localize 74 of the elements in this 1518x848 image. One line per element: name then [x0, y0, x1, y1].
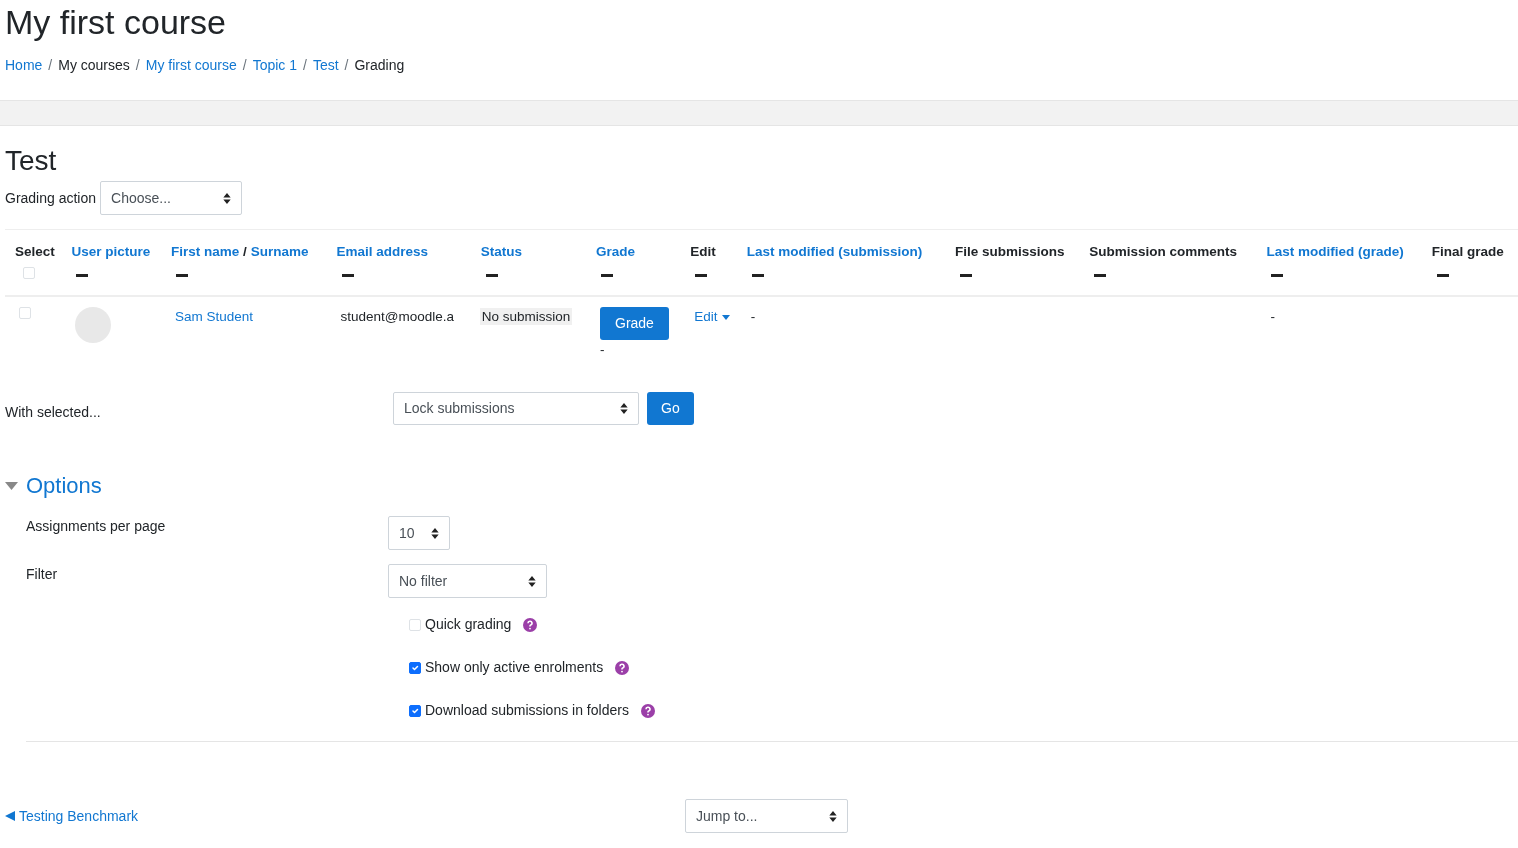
help-icon[interactable]: [615, 660, 630, 675]
column-header: Final grade: [1431, 243, 1505, 262]
collapse-icon[interactable]: [341, 273, 354, 277]
collapse-icon[interactable]: [1436, 273, 1449, 277]
grading-action-dropdown[interactable]: Choose...: [100, 181, 243, 216]
page-title: My first course: [5, 2, 228, 43]
column-sort-link[interactable]: Surname: [250, 244, 309, 260]
up-down-caret-icon: [829, 810, 837, 822]
breadcrumb-item: Grading: [354, 55, 405, 75]
collapse-icon[interactable]: [1094, 273, 1107, 277]
student-name-link[interactable]: Sam Student: [175, 308, 254, 324]
email-text: student@moodle.a: [340, 308, 455, 324]
column-sort-link[interactable]: Grade: [596, 244, 636, 260]
breadcrumb-separator: /: [344, 55, 349, 75]
checkbox-label[interactable]: Download submissions in folders: [425, 700, 629, 722]
collapse-icon[interactable]: [751, 273, 764, 277]
previous-activity-link[interactable]: Testing Benchmark: [5, 805, 685, 827]
column-sort-link[interactable]: Status: [480, 244, 523, 260]
collapse-icon[interactable]: [1271, 273, 1284, 277]
collapse-icon[interactable]: [176, 273, 189, 277]
breadcrumb-separator: /: [135, 55, 140, 75]
breadcrumb-link[interactable]: Topic 1: [252, 54, 297, 76]
breadcrumb-link[interactable]: Home: [5, 54, 43, 76]
up-down-caret-icon: [223, 192, 232, 204]
last-modified-text: -: [750, 308, 756, 324]
up-down-caret-icon: [620, 403, 628, 415]
breadcrumb-link[interactable]: My first course: [145, 54, 237, 76]
status-label: No submission: [479, 307, 573, 325]
section-heading: Test: [5, 143, 58, 178]
breadcrumb-separator: /: [303, 55, 307, 75]
column-header: Submission comments: [1089, 243, 1238, 262]
go-button[interactable]: Go: [647, 392, 694, 426]
help-icon[interactable]: [640, 703, 655, 718]
breadcrumb-item: My courses: [58, 55, 130, 75]
grade-button[interactable]: Grade: [600, 306, 669, 340]
checkbox[interactable]: [409, 704, 421, 717]
column-header: File submissions: [955, 243, 1066, 262]
left-triangle-icon: [5, 811, 15, 822]
collapse-icon[interactable]: [76, 273, 89, 277]
column-header: Edit: [690, 243, 717, 262]
field-label: Grading action: [5, 188, 97, 208]
option-dropdown[interactable]: 10: [388, 516, 450, 551]
column-sort-link[interactable]: Last modified (grade): [1266, 244, 1404, 260]
edit-menu-link[interactable]: Edit: [694, 306, 730, 328]
column-sort-link[interactable]: Last modified (submission): [746, 244, 923, 260]
up-down-caret-icon: [528, 575, 536, 587]
jump-to-dropdown[interactable]: Jump to...: [685, 799, 848, 834]
field-label: Filter: [25, 565, 59, 585]
column-header-separator: /: [242, 244, 248, 260]
expanded-triangle-icon[interactable]: [5, 481, 18, 490]
checkbox-label[interactable]: Quick grading: [425, 614, 512, 636]
field-label: With selected...: [5, 403, 102, 423]
column-sort-link[interactable]: User picture: [71, 244, 151, 260]
field-label: Assignments per page: [25, 517, 167, 537]
breadcrumb-separator: /: [242, 55, 247, 75]
column-sort-link[interactable]: First name: [171, 244, 240, 260]
column-header: Select: [15, 243, 56, 262]
caret-icon: [721, 314, 730, 320]
bulk-action-dropdown[interactable]: Lock submissions: [393, 392, 639, 426]
collapse-icon[interactable]: [695, 273, 708, 277]
collapse-icon[interactable]: [601, 273, 613, 277]
up-down-caret-icon: [431, 527, 439, 539]
collapse-icon[interactable]: [485, 273, 498, 277]
help-icon[interactable]: [523, 617, 538, 632]
checkbox[interactable]: [409, 661, 421, 674]
column-sort-link[interactable]: Email address: [336, 244, 429, 260]
option-dropdown[interactable]: No filter: [388, 564, 547, 599]
breadcrumb-link[interactable]: Test: [312, 54, 339, 76]
checkbox-label[interactable]: Show only active enrolments: [425, 657, 604, 679]
breadcrumb-separator: /: [48, 55, 53, 75]
grade-value: -: [600, 340, 606, 359]
last-modified-text: -: [1270, 308, 1275, 324]
options-toggle-link[interactable]: Options: [26, 469, 102, 503]
collapse-icon[interactable]: [960, 273, 972, 277]
